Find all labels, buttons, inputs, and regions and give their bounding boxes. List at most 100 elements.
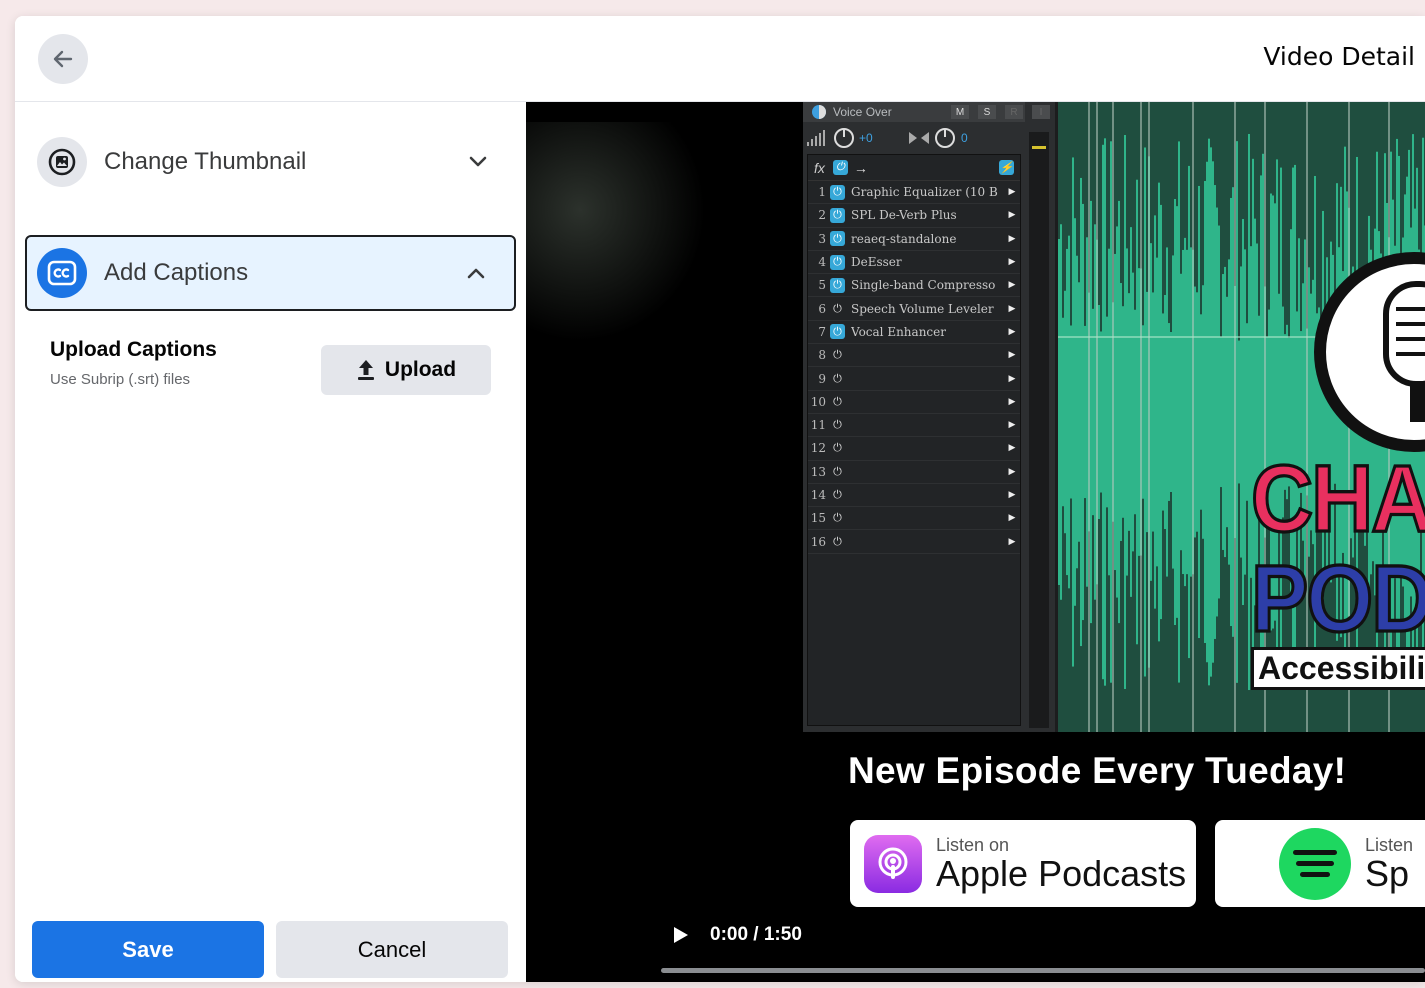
cancel-button[interactable]: Cancel xyxy=(276,921,508,978)
fx-slot-number: 1 xyxy=(818,185,826,200)
fx-slot-row: 4 ⏻ DeEsser ▶ xyxy=(808,251,1020,275)
fx-slot-row: 15 ⏻ ▶ xyxy=(808,507,1020,531)
fx-slot-number: 12 xyxy=(810,441,826,456)
fx-slot-name: Speech Volume Leveler xyxy=(851,301,994,316)
play-arrow-icon: ▶ xyxy=(1008,187,1016,198)
power-icon: ⏻ xyxy=(833,441,842,455)
chevron-down-icon xyxy=(458,155,498,169)
pan-value: 0 xyxy=(961,131,968,145)
play-arrow-icon: ▶ xyxy=(1008,536,1016,547)
play-arrow-icon: ▶ xyxy=(1008,303,1016,314)
play-arrow-icon: ▶ xyxy=(1008,326,1016,337)
chevron-up-icon xyxy=(456,266,496,280)
fx-slot-name: DeEsser xyxy=(851,255,902,270)
fx-label: fx xyxy=(814,159,825,176)
power-icon: ⏻ xyxy=(833,394,842,408)
spotify-badge-big-text: Sp xyxy=(1365,853,1410,894)
fx-slot-row: 9 ⏻ ▶ xyxy=(808,367,1020,391)
power-icon: ⏻ xyxy=(830,207,845,223)
fx-input-icon: → xyxy=(853,159,868,176)
power-icon: ⏻ xyxy=(833,534,842,548)
fx-slot-number: 3 xyxy=(818,231,826,246)
captions-icon-wrap xyxy=(37,248,87,298)
solo-button: S xyxy=(978,105,996,119)
fx-slot-number: 10 xyxy=(810,394,826,409)
power-icon: ⏻ xyxy=(833,348,842,362)
closed-captions-icon xyxy=(47,260,77,286)
upload-icon xyxy=(357,360,374,380)
fx-slot-row: 12 ⏻ ▶ xyxy=(808,437,1020,461)
thumbnail-icon-wrap xyxy=(37,137,87,187)
play-button[interactable] xyxy=(666,920,696,950)
apple-podcasts-badge: Listen on Apple Podcasts xyxy=(850,820,1196,907)
fx-lightning-icon: ⚡ xyxy=(999,160,1014,175)
play-arrow-icon: ▶ xyxy=(1008,350,1016,361)
play-arrow-icon: ▶ xyxy=(1008,373,1016,384)
power-icon: ⏻ xyxy=(833,488,842,501)
mixer-panel: Voice Over M S R I +0 0 fx ⏻ → ⚡ 1 ⏻ Gra… xyxy=(803,102,1058,732)
time-display: 0:00 / 1:50 xyxy=(710,924,802,945)
track-name: Voice Over xyxy=(833,105,892,119)
play-arrow-icon: ▶ xyxy=(1008,513,1016,524)
fx-slot-number: 9 xyxy=(818,371,826,386)
video-detail-dialog: Video Detail Change Thumbnail Add Captio… xyxy=(15,16,1425,982)
add-captions-label: Add Captions xyxy=(104,259,249,286)
back-button[interactable] xyxy=(38,34,88,84)
track-phase-icon xyxy=(812,105,826,119)
video-controls: 0:00 / 1:50 xyxy=(666,917,802,953)
fx-slot-number: 6 xyxy=(818,301,826,316)
fx-slot-row: 10 ⏻ ▶ xyxy=(808,391,1020,414)
power-icon: ⏻ xyxy=(833,371,842,385)
fx-slot-row: 16 ⏻ ▶ xyxy=(808,530,1020,554)
fx-slot-number: 16 xyxy=(810,534,826,549)
mute-button: M xyxy=(951,105,969,119)
image-icon xyxy=(48,148,76,176)
power-icon: ⏻ xyxy=(833,418,842,432)
play-arrow-icon: ▶ xyxy=(1008,233,1016,244)
fx-slot-row: 13 ⏻ ▶ xyxy=(808,461,1020,484)
fx-slot-number: 2 xyxy=(818,208,826,223)
fx-slot-row: 2 ⏻ SPL De-Verb Plus ▶ xyxy=(808,204,1020,228)
power-icon: ⏻ xyxy=(830,277,845,293)
mixer-controls: +0 0 xyxy=(803,124,1025,152)
upload-button-label: Upload xyxy=(384,358,457,381)
fx-slot-row: 11 ⏻ ▶ xyxy=(808,414,1020,438)
save-button[interactable]: Save xyxy=(32,921,264,978)
fx-slot-row: 1 ⏻ Graphic Equalizer (10 B ▶ xyxy=(808,181,1020,205)
fx-slot-row: 7 ⏻ Vocal Enhancer ▶ xyxy=(808,321,1020,345)
volume-knob-icon xyxy=(834,128,854,148)
fx-slot-number: 7 xyxy=(818,324,826,339)
spotify-badge: Listen Sp xyxy=(1215,820,1425,907)
video-player[interactable]: Voice Over M S R I +0 0 fx ⏻ → ⚡ 1 ⏻ Gra… xyxy=(526,102,1425,982)
fx-slot-number: 4 xyxy=(818,255,826,270)
upload-captions-hint: Use Subrip (.srt) files xyxy=(50,371,191,388)
play-arrow-icon: ▶ xyxy=(1008,466,1016,477)
play-arrow-icon: ▶ xyxy=(1008,257,1016,268)
play-arrow-icon: ▶ xyxy=(1008,280,1016,291)
power-icon: ⏻ xyxy=(833,464,842,478)
fx-slot-row: 14 ⏻ ▶ xyxy=(808,484,1020,508)
video-progress-bar[interactable] xyxy=(661,968,1425,973)
play-icon xyxy=(674,927,688,943)
power-icon: ⏻ xyxy=(830,231,845,247)
episode-banner: New Episode Every Tueday! xyxy=(848,750,1347,791)
play-arrow-icon: ▶ xyxy=(1008,490,1016,500)
play-arrow-icon: ▶ xyxy=(1008,396,1016,407)
upload-button[interactable]: Upload xyxy=(321,345,491,395)
fx-slot-number: 15 xyxy=(810,511,826,526)
play-arrow-icon: ▶ xyxy=(1008,210,1016,221)
power-icon: ⏻ xyxy=(830,254,845,270)
microphone-logo-icon xyxy=(1314,252,1425,452)
pan-knob-icon xyxy=(935,128,955,148)
logo-subtitle: Accessibility xyxy=(1251,647,1425,690)
fx-slot-name: Vocal Enhancer xyxy=(851,324,946,339)
change-thumbnail-label: Change Thumbnail xyxy=(104,148,307,175)
fx-slot-name: Single-band Compresso xyxy=(851,278,996,293)
add-captions-row[interactable]: Add Captions xyxy=(25,235,516,311)
apple-podcasts-icon xyxy=(864,834,922,893)
fx-chain-header: fx ⏻ → ⚡ xyxy=(808,155,1020,181)
volume-value: +0 xyxy=(859,131,873,145)
change-thumbnail-row[interactable]: Change Thumbnail xyxy=(25,124,516,200)
pan-icon xyxy=(909,132,929,144)
record-arm-button: R xyxy=(1005,105,1023,119)
